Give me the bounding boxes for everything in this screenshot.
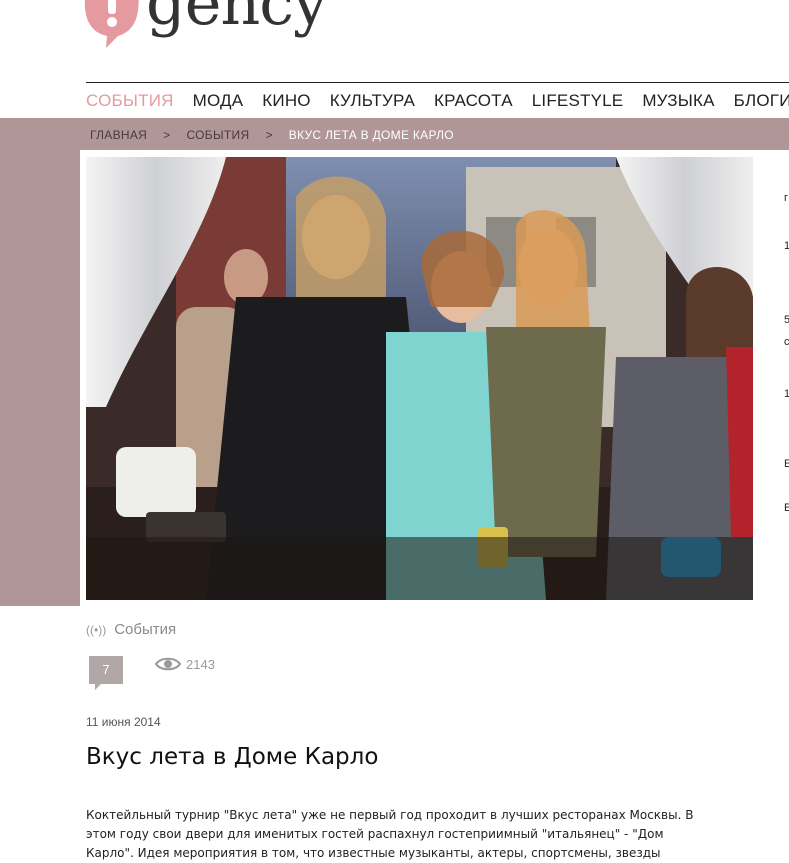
nav-item-cinema[interactable]: КИНО xyxy=(262,91,310,111)
logo-mark-icon xyxy=(84,0,139,48)
article-body-line: Коктейльный турнир "Вкус лета" уже не пе… xyxy=(86,808,694,822)
article-body-line: Карло". Идея мероприятия в том, что изве… xyxy=(86,846,661,860)
nav-item-lifestyle[interactable]: LIFESTYLE xyxy=(532,91,624,111)
comment-bubble-icon: 7 xyxy=(89,656,123,684)
view-count: 2143 xyxy=(186,656,215,672)
nav-divider xyxy=(86,82,789,83)
broadcast-icon: ((•)) xyxy=(86,622,107,637)
view-counter: 2143 xyxy=(155,656,215,672)
clipped-sidebar-fragment: 1 xyxy=(784,240,789,252)
comment-count-button[interactable]: 7 xyxy=(89,656,123,690)
site-logo[interactable]: gency xyxy=(80,0,340,60)
breadcrumb-section[interactable]: СОБЫТИЯ xyxy=(186,128,249,142)
nav-item-fashion[interactable]: МОДА xyxy=(193,91,244,111)
logo-wordmark: gency xyxy=(146,0,328,39)
eye-icon xyxy=(155,657,181,671)
clipped-sidebar-fragment: Е xyxy=(784,458,789,470)
clipped-sidebar-fragment: 1 xyxy=(784,388,789,400)
article-body: Коктейльный турнир "Вкус лета" уже не пе… xyxy=(86,806,746,863)
category-label: События xyxy=(114,621,177,638)
clipped-sidebar-fragment: Е xyxy=(784,502,789,514)
nav-item-culture[interactable]: КУЛЬТУРА xyxy=(330,91,415,111)
nav-item-beauty[interactable]: КРАСОТА xyxy=(434,91,513,111)
article-body-line: этом году свои двери для именитых гостей… xyxy=(86,827,664,841)
breadcrumb-current: ВКУС ЛЕТА В ДОМЕ КАРЛО xyxy=(288,128,454,142)
nav-item-music[interactable]: МУЗЫКА xyxy=(642,91,714,111)
main-nav: СОБЫТИЯ МОДА КИНО КУЛЬТУРА КРАСОТА LIFES… xyxy=(86,91,789,111)
article-date: 11 июня 2014 xyxy=(86,715,161,729)
article-hero-photo xyxy=(86,157,753,600)
nav-item-blogs[interactable]: БЛОГИ xyxy=(734,91,789,111)
clipped-sidebar-fragment: с xyxy=(784,336,789,348)
clipped-sidebar-fragment: г xyxy=(784,192,789,204)
breadcrumb-separator: > xyxy=(163,128,171,142)
article-title: Вкус лета в Доме Карло xyxy=(86,744,379,770)
clipped-sidebar-fragment: 5 xyxy=(784,314,789,326)
article-category[interactable]: ((•)) События xyxy=(86,621,176,638)
breadcrumb: ГЛАВНАЯ > СОБЫТИЯ > ВКУС ЛЕТА В ДОМЕ КАР… xyxy=(90,128,454,142)
decorative-side-block xyxy=(0,150,80,606)
nav-item-events[interactable]: СОБЫТИЯ xyxy=(86,91,174,111)
comment-bubble-tail xyxy=(95,683,102,690)
breadcrumb-home[interactable]: ГЛАВНАЯ xyxy=(90,128,147,142)
breadcrumb-separator: > xyxy=(265,128,273,142)
